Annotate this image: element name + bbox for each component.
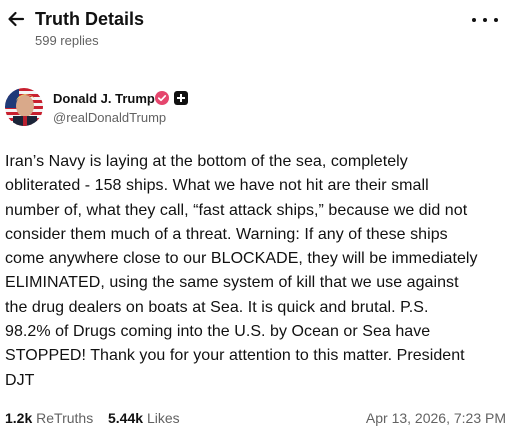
page-title: Truth Details [35,9,145,29]
post-text-line: obliterated - 158 ships. What we have no… [5,177,429,195]
likes-stat[interactable]: 5.44k Likes [108,409,180,427]
truth-details-page: Truth Details 599 replies Donald J. Trum… [0,0,518,433]
post-timestamp: Apr 13, 2026, 7:23 PM [365,410,506,426]
reply-count: 599 replies [35,33,99,48]
likes-label: Likes [146,410,180,426]
retruths-stat[interactable]: 1.2k ReTruths [5,409,93,427]
retruths-count: 1.2k [5,410,33,426]
post-text-line: number of, what they call, “fast attack … [5,201,468,219]
verified-badge-icon [155,91,169,105]
page-header: Truth Details 599 replies [0,0,518,60]
post-text-line: come anywhere close to our BLOCKADE, the… [5,250,478,268]
avatar[interactable] [5,88,43,126]
author-name[interactable]: Donald J. Trump [53,91,155,107]
post-text-line: 98.2% of Drugs coming into the U.S. by O… [5,323,431,341]
post-text-line: consider them much of a threat. Warning:… [5,225,448,243]
plus-badge-icon [174,91,188,105]
back-arrow-icon[interactable] [6,9,26,29]
post-text-line: DJT [5,371,35,389]
author-handle[interactable]: @realDonaldTrump [53,110,166,126]
post-text-line: ELIMINATED, using the same system of kil… [5,274,459,292]
retruths-label: ReTruths [36,410,94,426]
post-text-line: the drug dealers on boats at Sea. It is … [5,298,429,316]
post-text-line: Iran’s Navy is laying at the bottom of t… [5,153,408,170]
more-options-icon[interactable] [472,12,498,28]
post-text-line: STOPPED! Thank you for your attention to… [5,347,465,365]
post-footer: 1.2k ReTruths 5.44k Likes Apr 13, 2026, … [5,409,515,427]
post-text: Iran’s Navy is laying at the bottom of t… [5,150,515,393]
likes-count: 5.44k [108,410,144,426]
